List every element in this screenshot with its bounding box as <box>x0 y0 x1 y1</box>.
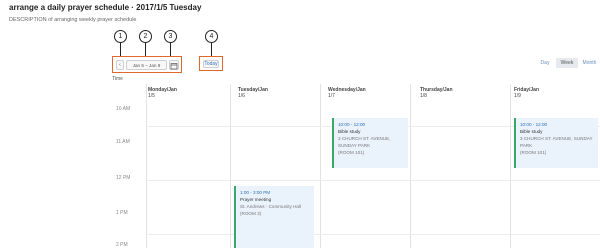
calendar-event[interactable]: 10:00 - 12:00 Bible study 3 CHURCH ST. A… <box>332 118 408 168</box>
page-title: arrange a daily prayer schedule · 2017/1… <box>9 3 202 12</box>
day-header-friday[interactable]: Friday/Jan 1/9 <box>514 87 539 99</box>
event-note: (ROOM 101) <box>338 150 365 155</box>
day-date: 1/6 <box>238 93 245 99</box>
col-divider <box>146 84 147 248</box>
event-address: 3 CHURCH ST. AVENUE, SUNDAY PARK <box>338 136 391 148</box>
today-button[interactable]: Today <box>203 59 219 68</box>
callout-3: 3 <box>164 30 177 43</box>
day-date: 1/9 <box>514 93 521 99</box>
col-divider <box>410 84 411 248</box>
date-range-field[interactable]: Jan 5 – Jan 9 <box>126 60 167 70</box>
event-title: Bible study <box>338 129 361 134</box>
event-address: 3 CHURCH ST. AVENUE, SUNDAY PARK <box>520 136 593 148</box>
week-calendar: Monday/Jan 1/5 Tuesday/Jan 1/6 Wednesday… <box>112 84 600 248</box>
event-address: St. Andrews · Community Hall <box>240 204 302 209</box>
callout-1-pointer <box>120 43 121 56</box>
col-divider <box>230 84 231 248</box>
day-date: 1/7 <box>328 93 335 99</box>
today-highlight: Today <box>199 56 223 71</box>
callout-1: 1 <box>114 30 127 43</box>
event-time: 10:00 - 12:00 <box>520 122 548 127</box>
hour-line <box>146 180 600 181</box>
callout-2-pointer <box>145 43 146 56</box>
hour-label: 1 PM <box>116 210 128 216</box>
event-time: 10:00 - 12:00 <box>338 122 366 127</box>
event-time: 1:00 - 3:00 PM <box>240 190 271 195</box>
callout-2: 2 <box>139 30 152 43</box>
toolbar-highlight: ‹ Jan 5 – Jan 9 <box>112 56 182 73</box>
calendar-event[interactable]: 1:00 - 3:00 PM Prayer meeting St. Andrew… <box>234 186 314 248</box>
hour-label: 2 PM <box>116 242 128 248</box>
view-day-button[interactable]: Day <box>538 58 552 68</box>
day-header-tuesday[interactable]: Tuesday/Jan 1/6 <box>238 87 268 99</box>
calendar-icon[interactable] <box>169 60 179 70</box>
hour-label: 12 PM <box>116 175 131 181</box>
event-title: Bible study <box>520 129 543 134</box>
view-week-button[interactable]: Week <box>556 58 578 68</box>
event-note: (ROOM 101) <box>520 150 547 155</box>
day-header-wednesday[interactable]: Wednesday/Jan 1/7 <box>328 87 366 99</box>
callout-4-pointer <box>211 43 212 56</box>
day-date: 1/8 <box>420 93 427 99</box>
hour-label: 10 AM <box>116 106 131 112</box>
callout-3-pointer <box>170 43 171 56</box>
event-note: (ROOM 3) <box>240 211 262 216</box>
day-header-monday[interactable]: Monday/Jan 1/5 <box>148 87 177 99</box>
calendar-event[interactable]: 10:00 - 12:00 Bible study 3 CHURCH ST. A… <box>514 118 598 168</box>
timezone-label: Time <box>112 76 123 82</box>
col-divider <box>510 84 511 248</box>
callout-4: 4 <box>205 30 218 43</box>
day-date: 1/5 <box>148 93 155 99</box>
hour-label: 11 AM <box>116 139 130 145</box>
event-title: Prayer meeting <box>240 197 272 202</box>
page-subtitle: DESCRIPTION of arranging weekly prayer s… <box>9 17 137 23</box>
col-divider <box>320 84 321 248</box>
view-month-button[interactable]: Month <box>581 58 598 68</box>
day-header-thursday[interactable]: Thursday/Jan 1/8 <box>420 87 453 99</box>
hour-line <box>146 234 600 235</box>
prev-button[interactable]: ‹ <box>116 60 124 70</box>
